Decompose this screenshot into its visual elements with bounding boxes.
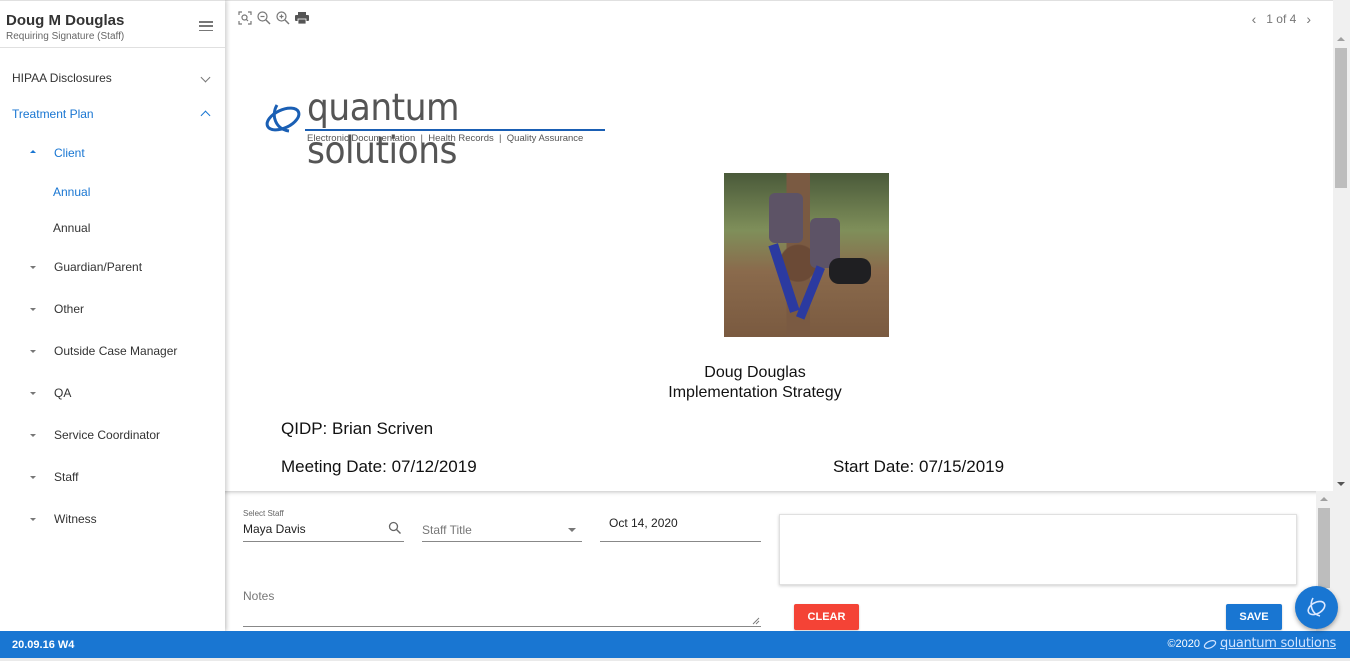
sidebar-group-label: Other — [54, 302, 85, 316]
select-staff-input[interactable]: Select Staff Maya Davis — [243, 507, 404, 542]
scroll-up-icon[interactable] — [1320, 497, 1328, 501]
chevron-up-icon — [200, 110, 211, 121]
quantum-assistant-button[interactable] — [1295, 586, 1338, 629]
zoom-out-icon[interactable] — [256, 10, 272, 26]
scroll-up-icon[interactable] — [1337, 37, 1345, 41]
meeting-date-label: Meeting Date: — [281, 457, 387, 476]
meeting-date-value: 07/12/2019 — [391, 457, 477, 476]
company-logo: quantum solutions Electronic Documentati… — [263, 86, 609, 172]
sidebar-item-label: HIPAA Disclosures — [12, 71, 112, 85]
signature-date-input[interactable]: Oct 14, 2020 — [600, 507, 761, 542]
app-version: 20.09.16 W4 — [12, 639, 75, 651]
viewer-toolbar — [237, 10, 310, 26]
search-icon[interactable] — [388, 521, 402, 535]
zoom-in-icon[interactable] — [275, 10, 291, 26]
staff-title-select[interactable]: Staff Title — [422, 507, 582, 542]
start-date-value: 07/15/2019 — [919, 457, 1005, 476]
notes-textarea[interactable]: Notes — [243, 586, 761, 627]
qidp-label: QIDP: — [281, 419, 328, 438]
caret-down-icon — [30, 476, 36, 479]
meeting-date-field: Meeting Date: 07/12/2019 — [281, 457, 477, 477]
logo-swirl-icon — [1307, 597, 1326, 617]
logo-swirl-icon — [1203, 639, 1217, 649]
print-icon[interactable] — [294, 10, 310, 26]
caret-down-icon — [30, 308, 36, 311]
signature-date-value: Oct 14, 2020 — [609, 516, 678, 530]
scroll-down-icon[interactable] — [1337, 482, 1345, 486]
start-date-label: Start Date: — [833, 457, 915, 476]
scrollbar-thumb[interactable] — [1335, 48, 1347, 188]
clear-button[interactable]: CLEAR — [794, 604, 859, 630]
start-date-field: Start Date: 07/15/2019 — [833, 457, 1004, 477]
notes-placeholder: Notes — [243, 589, 275, 603]
prev-page-button[interactable]: ‹ — [1252, 11, 1257, 27]
footer-copyright: ©2020 quantum solutions — [1167, 636, 1336, 651]
document-scrollbar[interactable] — [1333, 31, 1350, 492]
resize-handle-icon[interactable] — [752, 617, 760, 625]
footer-bar: 20.09.16 W4 ©2020 quantum solutions — [0, 631, 1350, 658]
sidebar-group-label: QA — [54, 386, 72, 400]
select-staff-value: Maya Davis — [243, 522, 306, 536]
user-name: Doug M Douglas — [6, 12, 125, 29]
copyright-text: ©2020 — [1167, 637, 1201, 650]
document-viewer: ‹ 1 of 4 › quantum solutions Electronic … — [225, 0, 1350, 492]
sidebar-group-label: Staff — [54, 470, 79, 484]
caret-down-icon — [30, 392, 36, 395]
client-photo — [724, 173, 889, 337]
logo-swirl-icon — [265, 104, 301, 133]
save-button[interactable]: SAVE — [1226, 604, 1282, 630]
logo-underline — [305, 129, 605, 131]
caret-down-icon — [30, 266, 36, 269]
user-status: Requiring Signature (Staff) — [6, 31, 125, 42]
footer-brand: quantum solutions — [1220, 636, 1336, 651]
caret-down-icon — [30, 518, 36, 521]
staff-title-placeholder: Staff Title — [422, 523, 472, 537]
sidebar-group-label: Outside Case Manager — [54, 344, 178, 358]
sidebar-item-label: Treatment Plan — [12, 107, 94, 121]
caret-down-icon — [30, 434, 36, 437]
sidebar-subitem-label: Annual — [53, 221, 91, 235]
document-title: Implementation Strategy — [668, 384, 842, 401]
select-staff-label: Select Staff — [243, 509, 284, 518]
caret-down-icon — [30, 350, 36, 353]
sidebar: Doug M Douglas Requiring Signature (Staf… — [0, 0, 225, 631]
logo-tagline: Electronic Documentation | Health Record… — [307, 133, 584, 144]
caret-up-icon — [30, 150, 36, 153]
sidebar-header: Doug M Douglas Requiring Signature (Staf… — [0, 1, 225, 48]
signature-panel: Select Staff Maya Davis Staff Title Oct … — [225, 491, 1333, 631]
sidebar-subitem-label: Annual — [53, 185, 91, 199]
next-page-button[interactable]: › — [1306, 11, 1311, 27]
qidp-value: Brian Scriven — [332, 419, 434, 438]
chevron-down-icon — [200, 72, 211, 83]
fit-page-icon[interactable] — [237, 10, 253, 26]
sidebar-group-label: Client — [54, 146, 85, 160]
qidp-field: QIDP: Brian Scriven — [281, 419, 433, 439]
sidebar-group-label: Witness — [54, 512, 97, 526]
sidebar-group-label: Guardian/Parent — [54, 260, 143, 274]
document-client-name: Doug Douglas — [704, 364, 806, 381]
hamburger-icon[interactable] — [199, 21, 213, 32]
scrollbar-thumb[interactable] — [1318, 508, 1330, 588]
sidebar-group-label: Service Coordinator — [54, 428, 161, 442]
signature-pad[interactable] — [779, 514, 1297, 585]
page-indicator: 1 of 4 — [1266, 12, 1297, 26]
dropdown-arrow-icon — [568, 528, 576, 532]
page-navigator: ‹ 1 of 4 › — [1252, 11, 1311, 27]
